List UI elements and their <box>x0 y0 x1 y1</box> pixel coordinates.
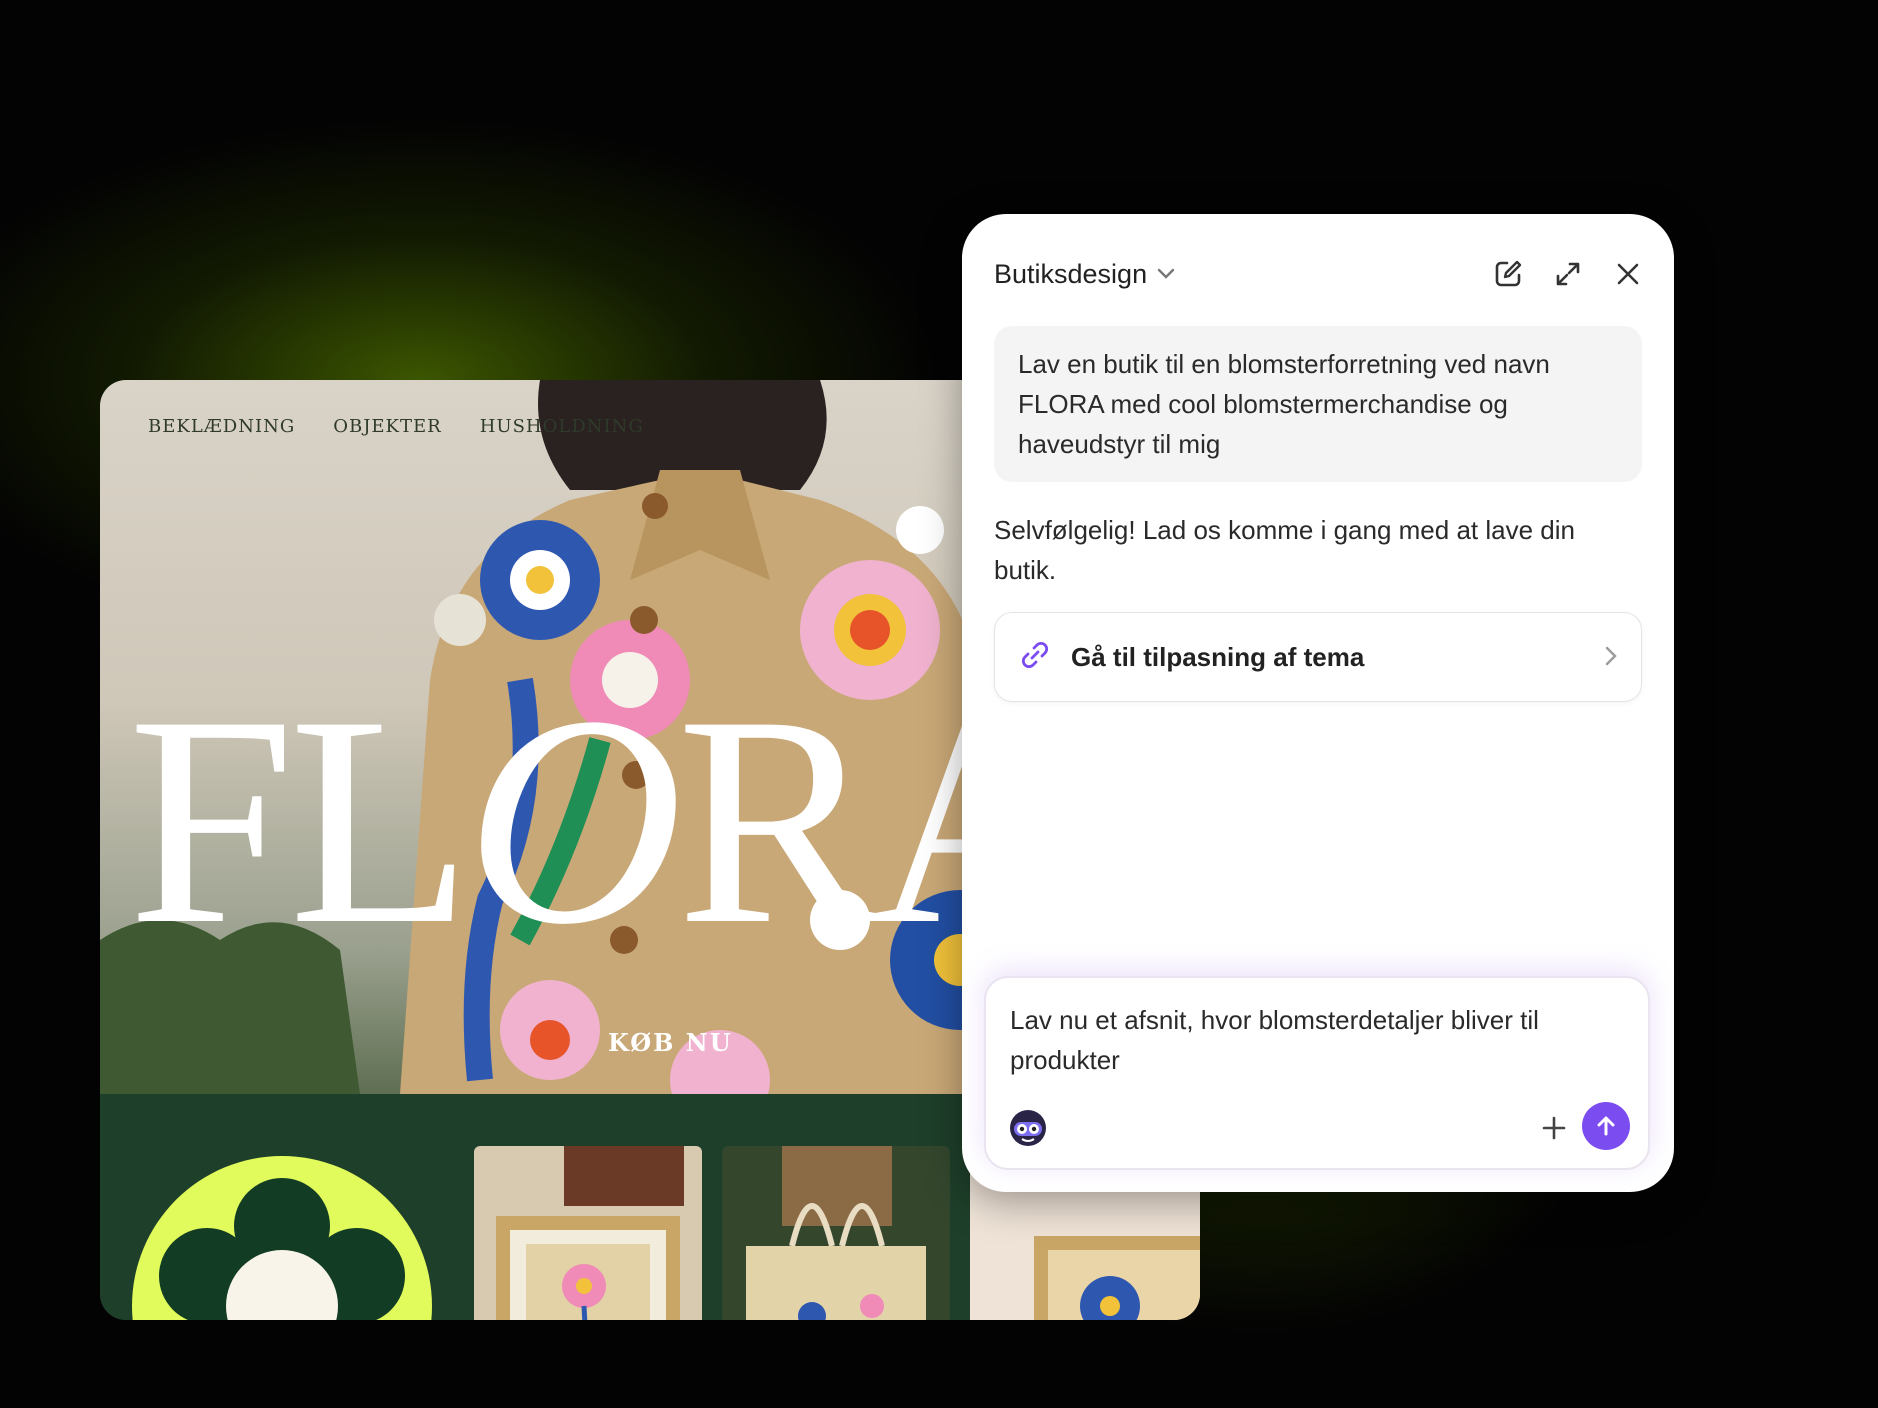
sidekick-avatar-icon <box>1008 1108 1048 1148</box>
send-button[interactable] <box>1582 1102 1630 1150</box>
flower-logo <box>132 1156 432 1320</box>
store-nav-item[interactable]: HUSHOLDNING <box>480 416 644 437</box>
add-attachment-icon[interactable] <box>1534 1108 1574 1148</box>
store-nav-item[interactable]: BEKLÆDNING <box>148 416 295 437</box>
tote-bag-image <box>722 1146 950 1320</box>
chevron-down-icon[interactable] <box>1157 264 1175 285</box>
user-message: Lav en butik til en blomsterforretning v… <box>994 326 1642 482</box>
product-tile[interactable] <box>474 1146 702 1320</box>
chat-composer[interactable]: Lav nu et afsnit, hvor blomsterdetaljer … <box>984 976 1650 1170</box>
composer-input[interactable]: Lav nu et afsnit, hvor blomsterdetaljer … <box>1010 1000 1620 1080</box>
theme-customization-link[interactable]: Gå til tilpasning af tema <box>994 612 1642 702</box>
chat-header: Butiksdesign <box>994 248 1644 300</box>
link-label: Gå til tilpasning af tema <box>1071 641 1365 672</box>
brand-part: O <box>466 654 683 986</box>
link-icon <box>1019 639 1051 676</box>
assistant-message: Selvfølgelig! Lad os komme i gang med at… <box>994 515 1575 585</box>
store-nav-item[interactable]: OBJEKTER <box>333 416 442 437</box>
edit-icon[interactable] <box>1492 258 1524 290</box>
brand-part: FL <box>128 654 472 986</box>
arrow-up-icon <box>1597 1116 1615 1136</box>
framed-print-image <box>474 1146 702 1320</box>
brand-wordmark: FLORA <box>128 670 1088 970</box>
product-tile[interactable] <box>722 1146 950 1320</box>
chevron-right-icon <box>1605 642 1617 673</box>
store-nav: BEKLÆDNING OBJEKTER HUSHOLDNING <box>148 416 644 437</box>
sidekick-chat-panel: Butiksdesign Lav en butik til en blomste… <box>962 214 1674 1192</box>
chat-title[interactable]: Butiksdesign <box>994 259 1147 290</box>
close-icon[interactable] <box>1612 258 1644 290</box>
expand-icon[interactable] <box>1552 258 1584 290</box>
shop-now-link[interactable]: KØB NU <box>608 1028 733 1057</box>
